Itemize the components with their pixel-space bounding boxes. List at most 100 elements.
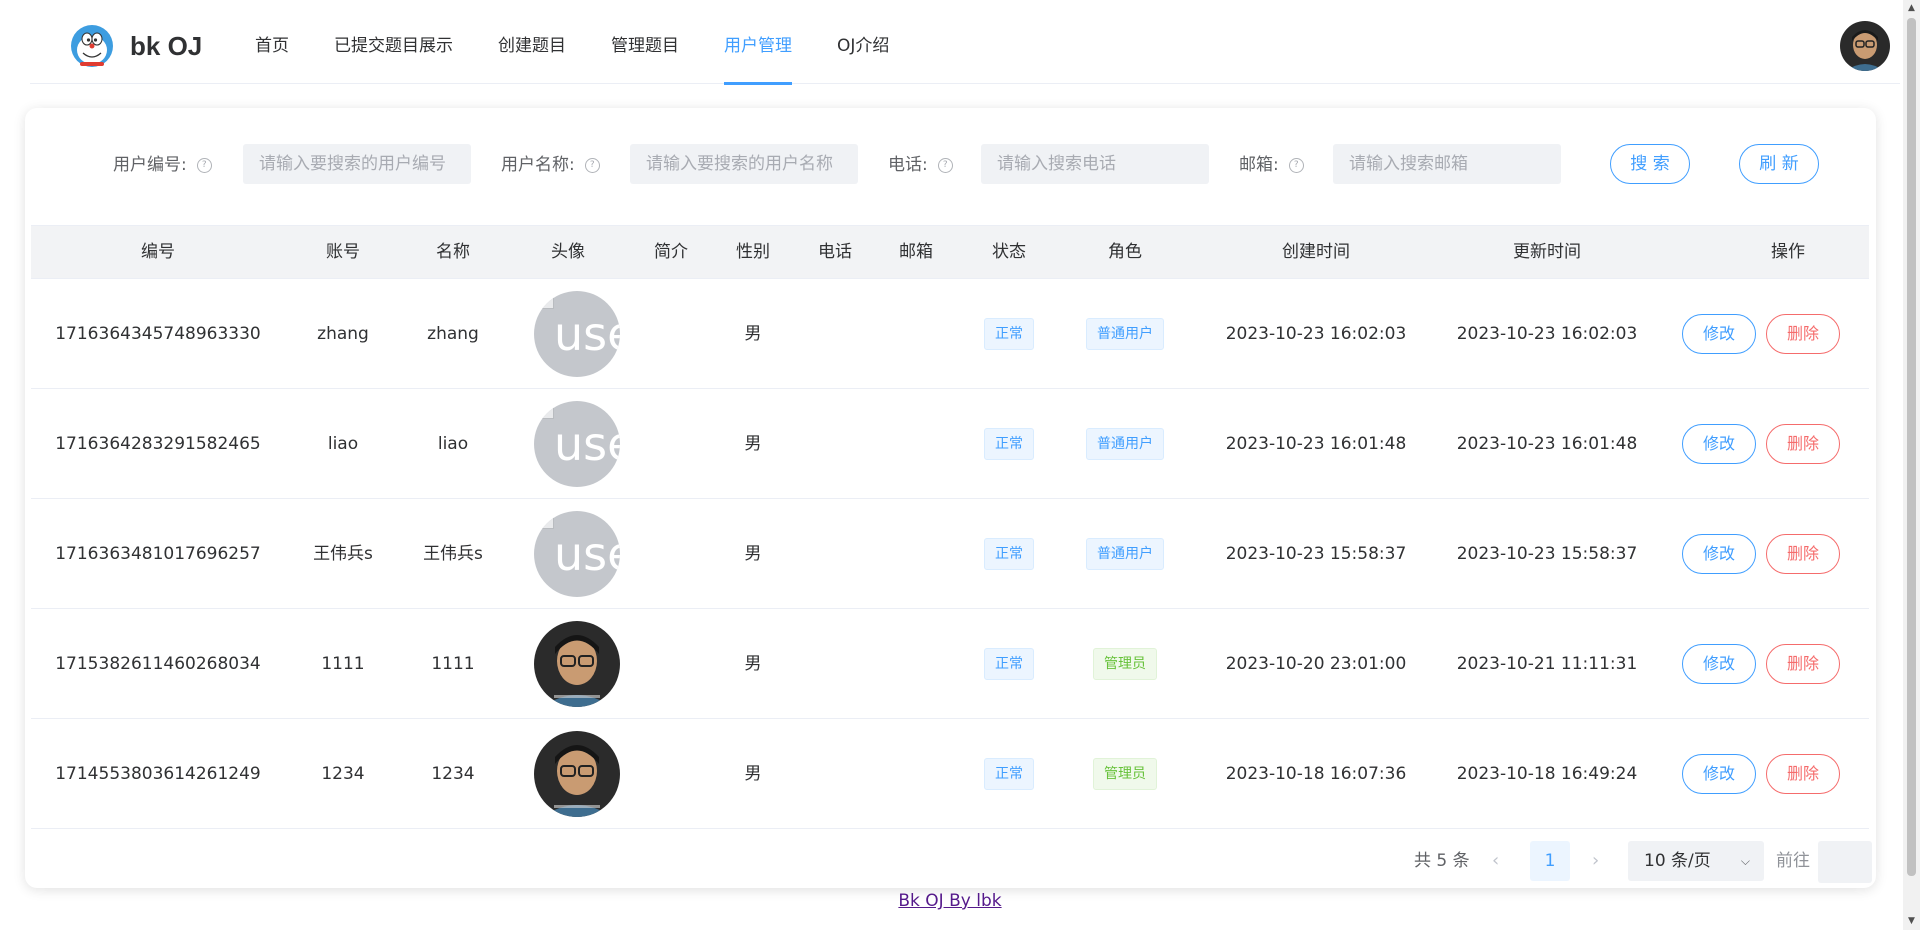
role-badge: 普通用户	[1086, 538, 1164, 570]
nav-home[interactable]: 首页	[255, 6, 289, 84]
cell-gender: 男	[744, 544, 762, 564]
cell-account: liao	[327, 434, 359, 454]
cell-phone	[799, 499, 871, 609]
table-body: 1716364345748963330zhangzhanguse男正常普通用户2…	[31, 279, 1869, 829]
avatar-alt-text: use	[554, 307, 620, 361]
cell-updated: 2023-10-23 16:01:48	[1456, 434, 1638, 454]
page-size-select[interactable]: 10 条/页 ⌵	[1628, 841, 1764, 881]
top-header: bk OJ 首页 已提交题目展示 创建题目 管理题目 用户管理 OJ介绍	[30, 6, 1900, 85]
cell-intro	[625, 499, 717, 609]
cell-status: 正常	[959, 719, 1059, 829]
cell-email	[880, 719, 952, 829]
table-row: 1716364345748963330 zhang zhang use 男 正常 普通用户 2…	[31, 279, 1869, 389]
logo[interactable]: bk OJ	[70, 24, 202, 68]
delete-button[interactable]: 删除	[1766, 424, 1840, 464]
cell-status: 正常	[959, 609, 1059, 719]
cell-name: zhang	[427, 324, 479, 344]
prev-page-icon[interactable]: ‹	[1492, 841, 1499, 881]
goto-page-input[interactable]	[1818, 841, 1872, 883]
cell-intro	[625, 609, 717, 719]
cell-email	[880, 499, 952, 609]
col-account: 账号	[326, 242, 360, 262]
delete-button[interactable]: 删除	[1766, 534, 1840, 574]
user-avatar-cell	[534, 621, 620, 707]
col-name: 名称	[436, 242, 470, 262]
table-row: 1716364283291582465 liao liao use 男 正常 普通用户 202…	[31, 389, 1869, 499]
edit-button[interactable]: 修改	[1682, 534, 1756, 574]
user-avatar-cell: use	[534, 511, 620, 597]
delete-button[interactable]: 删除	[1766, 644, 1840, 684]
help-icon[interactable]: ?	[584, 157, 600, 173]
nav-create-question[interactable]: 创建题目	[498, 6, 566, 84]
edit-button[interactable]: 修改	[1682, 424, 1756, 464]
nav-oj-intro[interactable]: OJ介绍	[837, 6, 889, 84]
help-icon[interactable]: ?	[1288, 157, 1304, 173]
nav-user-management[interactable]: 用户管理	[724, 6, 792, 85]
cell-phone	[799, 389, 871, 499]
nav-submitted-questions[interactable]: 已提交题目展示	[334, 6, 453, 84]
cell-phone	[799, 279, 871, 389]
next-page-icon[interactable]: ›	[1592, 841, 1599, 881]
scrollbar[interactable]: ▲ ▼	[1903, 0, 1920, 930]
search-button[interactable]: 搜 索	[1610, 144, 1690, 184]
refresh-button[interactable]: 刷 新	[1739, 144, 1819, 184]
col-gender: 性别	[736, 242, 770, 262]
cell-name: 1234	[431, 764, 475, 784]
email-label-text: 邮箱:	[1239, 155, 1279, 175]
cell-role: 普通用户	[1065, 499, 1185, 609]
user-avatar-cell	[534, 731, 620, 817]
user-avatar-cell: use	[534, 291, 620, 377]
email-input[interactable]	[1333, 144, 1561, 184]
edit-button[interactable]: 修改	[1682, 644, 1756, 684]
table-row: 1714553803614261249 1234 1234 男 正常 管理员 2023-10…	[31, 719, 1869, 829]
cell-gender: 男	[744, 434, 762, 454]
user-id-input[interactable]	[243, 144, 471, 184]
status-badge: 正常	[984, 758, 1034, 790]
scrollbar-thumb[interactable]	[1907, 18, 1916, 876]
cell-account: 1111	[321, 654, 365, 674]
search-bar: 用户编号:? 用户名称:? 电话:? 邮箱:? 搜 索 刷 新	[25, 144, 1876, 186]
cell-id: 1715382611460268034	[55, 654, 261, 674]
page-number-button[interactable]: 1	[1530, 841, 1570, 881]
role-badge: 普通用户	[1086, 318, 1164, 350]
cell-id: 1716364345748963330	[55, 324, 261, 344]
edit-button[interactable]: 修改	[1682, 314, 1756, 354]
cell-email	[880, 609, 952, 719]
username-input[interactable]	[630, 144, 858, 184]
nav-manage-questions[interactable]: 管理题目	[611, 6, 679, 84]
edit-button[interactable]: 修改	[1682, 754, 1756, 794]
cell-gender: 男	[744, 764, 762, 784]
role-badge: 管理员	[1093, 758, 1157, 790]
broken-image-icon	[542, 297, 554, 309]
col-avatar: 头像	[551, 242, 585, 262]
phone-label: 电话:?	[888, 144, 953, 186]
help-icon[interactable]: ?	[196, 157, 212, 173]
cell-gender: 男	[744, 654, 762, 674]
user-avatar-photo-icon	[1840, 21, 1890, 71]
table-row: 1716363481017696257 王伟兵s 王伟兵s use 男 正常 普通用户 202…	[31, 499, 1869, 609]
cell-created: 2023-10-18 16:07:36	[1225, 764, 1407, 784]
pagination-total: 共 5 条	[1414, 851, 1470, 871]
phone-input[interactable]	[981, 144, 1209, 184]
user-id-label: 用户编号:?	[113, 144, 212, 186]
app-title: bk OJ	[130, 30, 203, 61]
col-intro: 简介	[654, 242, 688, 262]
delete-button[interactable]: 删除	[1766, 754, 1840, 794]
scroll-up-arrow-icon[interactable]: ▲	[1903, 0, 1920, 17]
footer-link[interactable]: Bk OJ By lbk	[0, 891, 1900, 911]
username-label: 用户名称:?	[501, 144, 600, 186]
status-badge: 正常	[984, 318, 1034, 350]
cell-account: 1234	[321, 764, 365, 784]
phone-label-text: 电话:	[888, 155, 928, 175]
user-avatar[interactable]	[1840, 21, 1890, 71]
user-management-card: 用户编号:? 用户名称:? 电话:? 邮箱:? 搜 索 刷 新 编号 账号 名称…	[25, 108, 1876, 888]
col-updated: 更新时间	[1513, 242, 1581, 262]
status-badge: 正常	[984, 538, 1034, 570]
cell-intro	[625, 389, 717, 499]
delete-button[interactable]: 删除	[1766, 314, 1840, 354]
page-size-value: 10 条/页	[1644, 851, 1711, 871]
help-icon[interactable]: ?	[937, 157, 953, 173]
cell-status: 正常	[959, 279, 1059, 389]
col-phone: 电话	[818, 242, 852, 262]
scroll-down-arrow-icon[interactable]: ▼	[1903, 913, 1920, 930]
